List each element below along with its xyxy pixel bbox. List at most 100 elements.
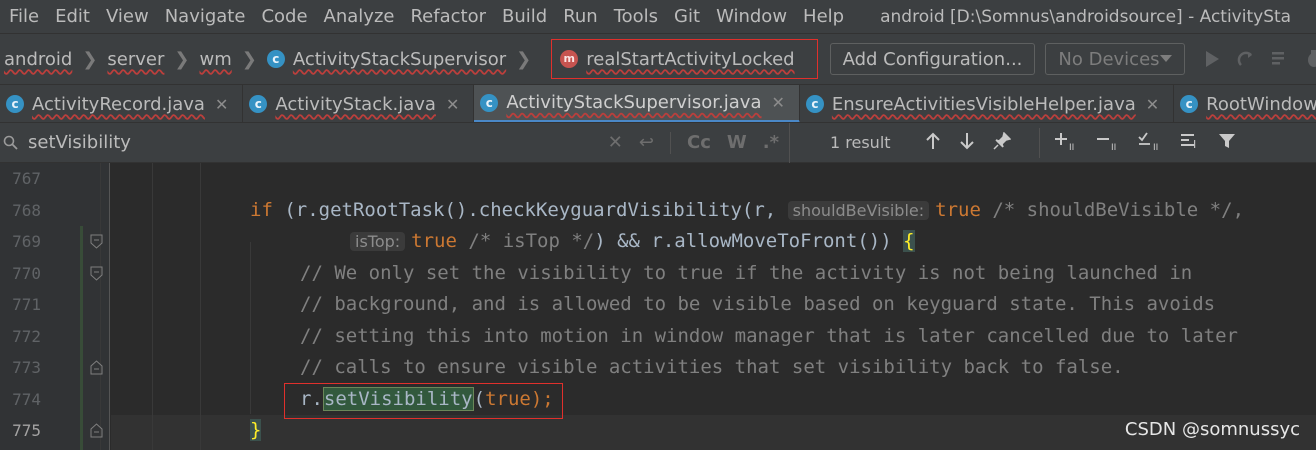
code-line: 768 if (r.getRootTask().checkKeyguardVis… (0, 195, 1316, 227)
class-icon: c (266, 50, 285, 68)
line-number: 773 (12, 358, 41, 377)
clear-icon[interactable]: ✕ (608, 132, 623, 153)
fold-icon[interactable] (90, 234, 103, 249)
method-icon: m (560, 50, 579, 68)
menu-code[interactable]: Code (253, 0, 315, 33)
code-fragment: ) && r.allowMoveToFront()) (594, 230, 904, 252)
tab-label: EnsureActivitiesVisibleHelper.java (831, 93, 1136, 115)
pin-icon[interactable] (993, 131, 1011, 154)
divider (669, 131, 671, 154)
code-editor[interactable]: 767 768 if (r.getRootTask().checkKeyguar… (0, 163, 1316, 450)
menu-git[interactable]: Git (666, 0, 708, 33)
menu-tools[interactable]: Tools (606, 0, 666, 33)
tab-activitystacksupervisor[interactable]: c ActivityStackSupervisor.java ✕ (474, 85, 800, 122)
parameter-hint: isTop: (350, 232, 406, 251)
regex-toggle[interactable]: .* (763, 132, 779, 153)
menu-view[interactable]: View (98, 0, 157, 33)
arrow-down-icon[interactable] (959, 132, 975, 154)
search-input[interactable]: setVisibility (22, 132, 608, 153)
close-icon[interactable]: ✕ (215, 95, 228, 114)
breadcrumb-android[interactable]: android (4, 49, 72, 70)
apply-changes-icon[interactable] (1235, 48, 1257, 70)
code-comment: // background, and is allowed to be visi… (300, 293, 1216, 315)
fold-icon[interactable] (90, 266, 103, 281)
code-line: 771 // background, and is allowed to be … (0, 289, 1316, 321)
code-text: isTop: true /* isTop */) && r.allowMoveTo… (350, 226, 915, 258)
code-line: 767 (0, 163, 1316, 195)
fold-end-icon[interactable] (90, 360, 103, 375)
menu-navigate[interactable]: Navigate (157, 0, 254, 33)
add-occurrence-icon[interactable]: II (1054, 131, 1080, 155)
breadcrumb-class-label: ActivityStackSupervisor (292, 48, 507, 70)
tab-activitystack[interactable]: c ActivityStack.java ✕ (243, 85, 475, 122)
close-icon[interactable]: ✕ (1146, 95, 1159, 114)
select-all-occurrences-icon[interactable]: II (1137, 131, 1164, 155)
search-field[interactable]: setVisibility ✕ ↩ Cc W .* (0, 122, 790, 163)
tab-label: RootWindowCon (1206, 93, 1316, 115)
words-toggle[interactable]: W (727, 132, 747, 153)
close-icon[interactable]: ✕ (771, 93, 784, 112)
literal: true (411, 230, 457, 252)
code-comment: /* shouldBeVisible */, (980, 198, 1245, 221)
menu-file[interactable]: File (0, 0, 47, 33)
menu-edit[interactable]: Edit (47, 0, 98, 33)
menu-bar: File Edit View Navigate Code Analyze Ref… (0, 0, 1316, 33)
menu-build[interactable]: Build (494, 0, 555, 33)
svg-text:II: II (1111, 143, 1116, 151)
highlight-box (284, 383, 563, 419)
tab-activityrecord[interactable]: c ActivityRecord.java ✕ (0, 85, 244, 122)
code-comment: /* isTop */ (456, 230, 595, 252)
add-configuration-button[interactable]: Add Configuration... (829, 43, 1036, 75)
devices-dropdown[interactable]: No Devices (1045, 43, 1185, 75)
line-number: 768 (12, 200, 41, 220)
tab-ensureactivitiesvisiblehelper[interactable]: c EnsureActivitiesVisibleHelper.java ✕ (800, 85, 1175, 122)
menu-help[interactable]: Help (795, 0, 852, 33)
menu-analyze[interactable]: Analyze (316, 0, 403, 33)
code-text: if (r.getRootTask().checkKeyguardVisibil… (250, 195, 1244, 227)
filter-icon[interactable] (1218, 132, 1236, 154)
line-number: 767 (12, 169, 41, 188)
menu-refactor[interactable]: Refactor (402, 0, 494, 33)
breadcrumb-method[interactable]: m realStartActivityLocked (551, 39, 818, 79)
code-text: } (250, 415, 262, 447)
filter-settings-icon[interactable]: I (1180, 131, 1202, 155)
code-comment: // We only set the visibility to true if… (300, 261, 1193, 284)
close-icon[interactable]: ✕ (446, 95, 459, 114)
parameter-hint: shouldBeVisible: (787, 200, 930, 220)
breadcrumb-server[interactable]: server (107, 49, 164, 70)
apply-code-changes-icon[interactable] (1269, 48, 1291, 70)
line-number: 774 (12, 389, 41, 409)
run-icon[interactable] (1201, 48, 1223, 70)
search-icon[interactable] (0, 135, 22, 151)
code-line: 773 // calls to ensure visible activitie… (0, 352, 1316, 384)
chevron-right-icon: ❯ (516, 48, 532, 70)
code-line: 774 r.setVisibility(true); (0, 384, 1316, 416)
chevron-right-icon: ❯ (82, 48, 98, 70)
code-fragment: (r.getRootTask().checkKeyguardVisibility… (272, 198, 788, 221)
tab-label: ActivityStackSupervisor.java (506, 92, 762, 113)
class-icon: c (6, 95, 24, 113)
menu-window[interactable]: Window (708, 0, 795, 33)
find-bar: setVisibility ✕ ↩ Cc W .* 1 result II II… (0, 122, 1316, 163)
match-case-toggle[interactable]: Cc (687, 132, 711, 153)
window-title: android [D:\Somnus\androidsource] - Acti… (880, 6, 1292, 27)
svg-text:I: I (1193, 138, 1196, 151)
debug-icon[interactable] (1303, 48, 1316, 70)
chevron-right-icon: ❯ (174, 48, 190, 70)
code-line: 772 // setting this into motion in windo… (0, 321, 1316, 353)
newline-icon[interactable]: ↩ (639, 132, 654, 153)
breadcrumb-class[interactable]: c ActivityStackSupervisor (266, 48, 507, 70)
class-icon: c (249, 95, 268, 113)
tab-rootwindowcontainer[interactable]: c RootWindowCon (1174, 85, 1316, 122)
menu-run[interactable]: Run (555, 0, 606, 33)
watermark: CSDN @somnussyc (1124, 419, 1300, 440)
remove-occurrence-icon[interactable]: II (1096, 131, 1122, 155)
line-number: 775 (12, 421, 41, 440)
arrow-up-icon[interactable] (925, 132, 941, 154)
breadcrumb-wm[interactable]: wm (199, 49, 231, 70)
fold-end-icon[interactable] (90, 423, 103, 438)
svg-text:II: II (1153, 143, 1158, 151)
editor-tabs: c ActivityRecord.java ✕ c ActivityStack.… (0, 84, 1316, 122)
brace: } (250, 419, 262, 441)
class-icon: c (1180, 95, 1199, 113)
